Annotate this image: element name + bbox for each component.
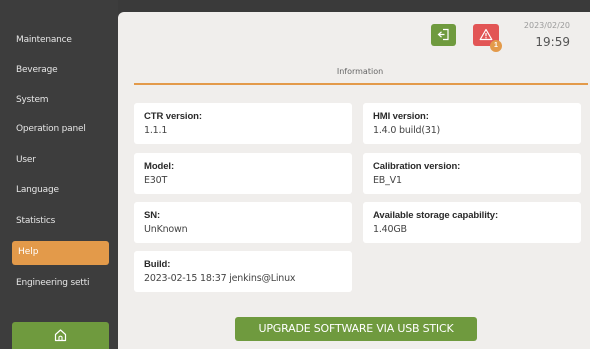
- info-card-model: Model: E30T: [134, 153, 352, 194]
- info-value: 2023-02-15 18:37 jenkins@Linux: [144, 273, 296, 284]
- exit-button[interactable]: [431, 24, 456, 46]
- home-button[interactable]: [12, 322, 109, 349]
- info-label: Available storage capability:: [373, 210, 499, 221]
- info-label: CTR version:: [144, 111, 202, 122]
- info-card-storage: Available storage capability: 1.40GB: [363, 202, 581, 243]
- section-divider: [134, 83, 588, 85]
- info-value: 1.4.0 build(31): [373, 125, 441, 136]
- info-value: 1.40GB: [373, 224, 407, 235]
- alarm-count-badge: 1: [490, 40, 502, 52]
- warning-icon: [479, 28, 493, 41]
- info-value: 1.1.1: [144, 125, 168, 136]
- info-value: EB_V1: [373, 175, 402, 186]
- sidebar-item-operation-panel[interactable]: Operation panel: [16, 124, 86, 134]
- section-title: Information: [336, 67, 384, 76]
- sidebar: Maintenance Beverage System Operation pa…: [0, 0, 118, 349]
- sidebar-item-user[interactable]: User: [16, 155, 36, 165]
- info-label: Model:: [144, 161, 175, 172]
- main-panel: 1 2023/02/20 19:59 Information CTR versi…: [118, 12, 590, 349]
- info-label: Calibration version:: [373, 161, 461, 172]
- info-value: UnKnown: [144, 224, 188, 235]
- sidebar-item-beverage[interactable]: Beverage: [16, 65, 58, 75]
- info-card-sn: SN: UnKnown: [134, 202, 352, 243]
- upgrade-software-button[interactable]: UPGRADE SOFTWARE VIA USB STICK: [235, 317, 477, 341]
- info-label: HMI version:: [373, 111, 429, 122]
- info-card-hmi-version: HMI version: 1.4.0 build(31): [363, 103, 581, 144]
- sidebar-item-system[interactable]: System: [16, 95, 49, 105]
- info-card-ctr-version: CTR version: 1.1.1: [134, 103, 352, 144]
- info-label: Build:: [144, 259, 171, 270]
- sidebar-item-help[interactable]: Help: [12, 241, 109, 265]
- info-card-build: Build: 2023-02-15 18:37 jenkins@Linux: [134, 251, 352, 292]
- sidebar-item-statistics[interactable]: Statistics: [16, 216, 55, 226]
- sidebar-item-maintenance[interactable]: Maintenance: [16, 35, 72, 45]
- sidebar-item-label: Help: [18, 247, 39, 257]
- info-card-calibration-version: Calibration version: EB_V1: [363, 153, 581, 194]
- home-icon: [54, 329, 67, 342]
- info-value: E30T: [144, 175, 168, 186]
- info-label: SN:: [144, 210, 161, 221]
- time-display: 19:59: [535, 35, 570, 49]
- date-display: 2023/02/20: [523, 21, 570, 30]
- sidebar-item-engineering-settings[interactable]: Engineering setti: [16, 278, 89, 288]
- sidebar-item-language[interactable]: Language: [16, 185, 59, 195]
- exit-icon: [437, 28, 449, 41]
